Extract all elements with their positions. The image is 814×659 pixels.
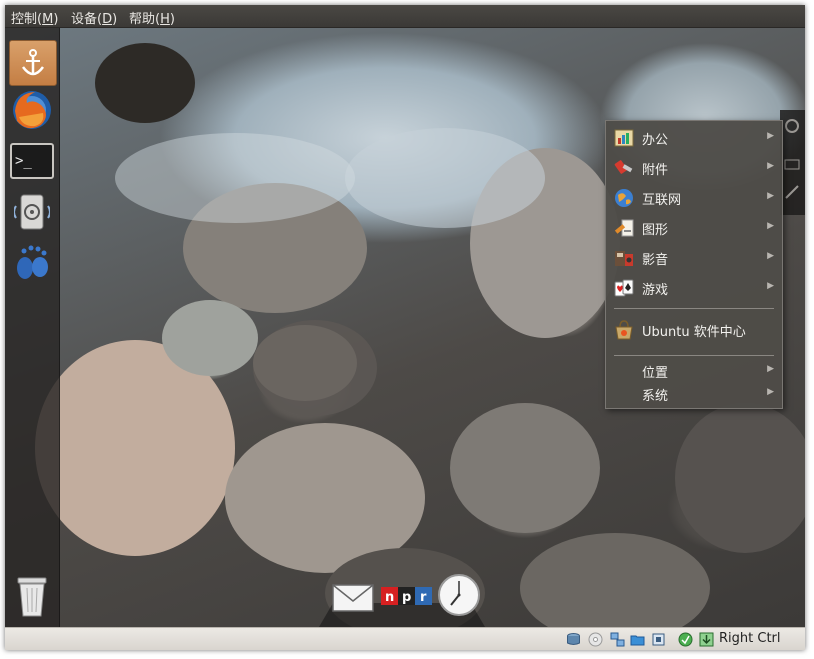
desktop-dock: n p r (309, 573, 489, 627)
launcher-item-trash[interactable] (9, 574, 55, 618)
svg-text:n: n (385, 590, 394, 605)
software-center-icon (615, 320, 633, 340)
mouse-integration-icon[interactable] (699, 632, 714, 647)
trash-icon (17, 577, 47, 617)
clock-icon (438, 574, 480, 616)
top-edge-indicators (780, 110, 805, 215)
shared-folder-icon[interactable] (630, 632, 645, 647)
menu-separator (614, 308, 774, 309)
multimedia-icon (615, 251, 633, 266)
menu-control[interactable]: 控制(M) (11, 8, 58, 27)
network-icon[interactable] (610, 632, 625, 647)
menu-devices[interactable]: 设备(D) (71, 8, 117, 27)
graphics-icon (614, 219, 634, 237)
cd-icon[interactable] (588, 632, 603, 647)
mail-icon (332, 584, 374, 612)
submenu-arrow-icon: ▶ (767, 161, 774, 171)
launcher-item-disk-utility[interactable] (9, 190, 55, 234)
host-key-label: Right Ctrl (719, 631, 781, 646)
applications-menu: 办公 ▶ 附件 ▶ 互联网 ▶ 图形 ▶ 影音 ▶ 游戏 ▶ Ubuntu 软件… (605, 120, 783, 409)
hdd-icon[interactable] (566, 632, 581, 647)
submenu-arrow-icon: ▶ (767, 251, 774, 261)
firefox-icon (13, 91, 51, 129)
capture-icon[interactable] (678, 632, 693, 647)
menu-help[interactable]: 帮助(H) (129, 8, 175, 27)
menu-item-software-center[interactable]: Ubuntu 软件中心 (606, 316, 782, 344)
office-icon (614, 129, 634, 147)
menu-item-places[interactable]: 位置 ▶ (606, 359, 782, 383)
npr-icon: n p r (381, 587, 432, 605)
disk-utility-icon (14, 194, 50, 230)
menu-separator (614, 355, 774, 356)
menu-item-office[interactable]: 办公 ▶ (606, 124, 782, 152)
svg-text:>_: >_ (15, 153, 32, 169)
launcher-item-anchor[interactable] (9, 40, 57, 86)
usb-icon[interactable] (651, 632, 666, 647)
menu-item-system[interactable]: 系统 ▶ (606, 382, 782, 406)
accessories-icon (614, 160, 633, 174)
menu-item-graphics[interactable]: 图形 ▶ (606, 214, 782, 242)
submenu-arrow-icon: ▶ (767, 221, 774, 231)
terminal-icon: >_ (10, 143, 54, 179)
dock-item-npr[interactable]: n p r (381, 585, 433, 607)
submenu-arrow-icon: ▶ (767, 131, 774, 141)
launcher-item-firefox[interactable] (9, 88, 55, 132)
submenu-arrow-icon: ▶ (767, 387, 774, 397)
menu-item-multimedia[interactable]: 影音 ▶ (606, 244, 782, 272)
launcher-item-gnome[interactable] (9, 240, 55, 284)
virtualbox-window: 控制(M) 设备(D) 帮助(H) >_ 办公 ▶ 附件 ▶ 互联网 ▶ 图形 … (5, 5, 805, 650)
menu-item-games[interactable]: 游戏 ▶ (606, 274, 782, 302)
dock-item-clock[interactable] (437, 573, 481, 617)
dock-item-mail[interactable] (331, 579, 375, 615)
unity-launcher: >_ (5, 28, 60, 627)
menu-item-internet[interactable]: 互联网 ▶ (606, 184, 782, 212)
gnome-foot-icon (17, 245, 48, 279)
anchor-icon (21, 49, 45, 76)
submenu-arrow-icon: ▶ (767, 364, 774, 374)
launcher-item-terminal[interactable]: >_ (9, 139, 55, 183)
games-cards-icon (614, 279, 634, 297)
submenu-arrow-icon: ▶ (767, 281, 774, 291)
submenu-arrow-icon: ▶ (767, 191, 774, 201)
vm-statusbar: Right Ctrl (5, 627, 805, 650)
svg-text:p: p (402, 590, 411, 605)
vm-menubar: 控制(M) 设备(D) 帮助(H) (5, 5, 805, 28)
menu-item-accessories[interactable]: 附件 ▶ (606, 154, 782, 182)
internet-globe-icon (615, 189, 633, 207)
svg-text:r: r (420, 590, 427, 605)
